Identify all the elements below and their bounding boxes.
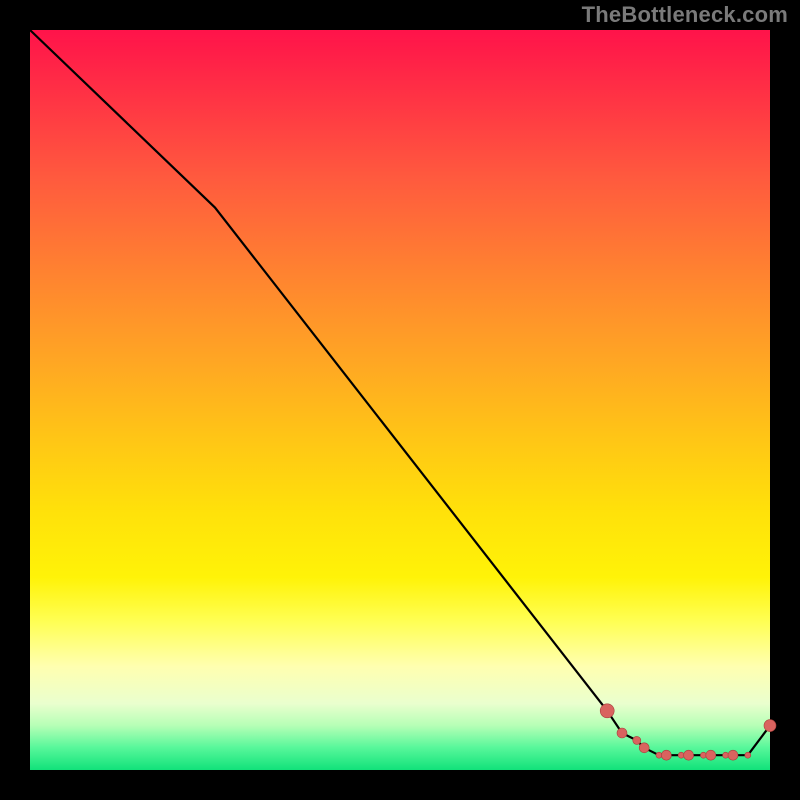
data-point	[656, 752, 662, 758]
data-point	[661, 750, 671, 760]
data-point	[639, 743, 649, 753]
data-point	[600, 704, 614, 718]
data-point	[723, 752, 729, 758]
bottleneck-curve	[30, 30, 770, 755]
data-point	[684, 750, 694, 760]
data-point	[706, 750, 716, 760]
data-point	[633, 736, 641, 744]
chart-overlay	[30, 30, 770, 770]
data-point	[764, 720, 776, 732]
data-point	[617, 728, 627, 738]
data-point	[745, 752, 751, 758]
data-point	[728, 750, 738, 760]
chart-frame: TheBottleneck.com	[0, 0, 800, 800]
watermark-text: TheBottleneck.com	[582, 2, 788, 28]
